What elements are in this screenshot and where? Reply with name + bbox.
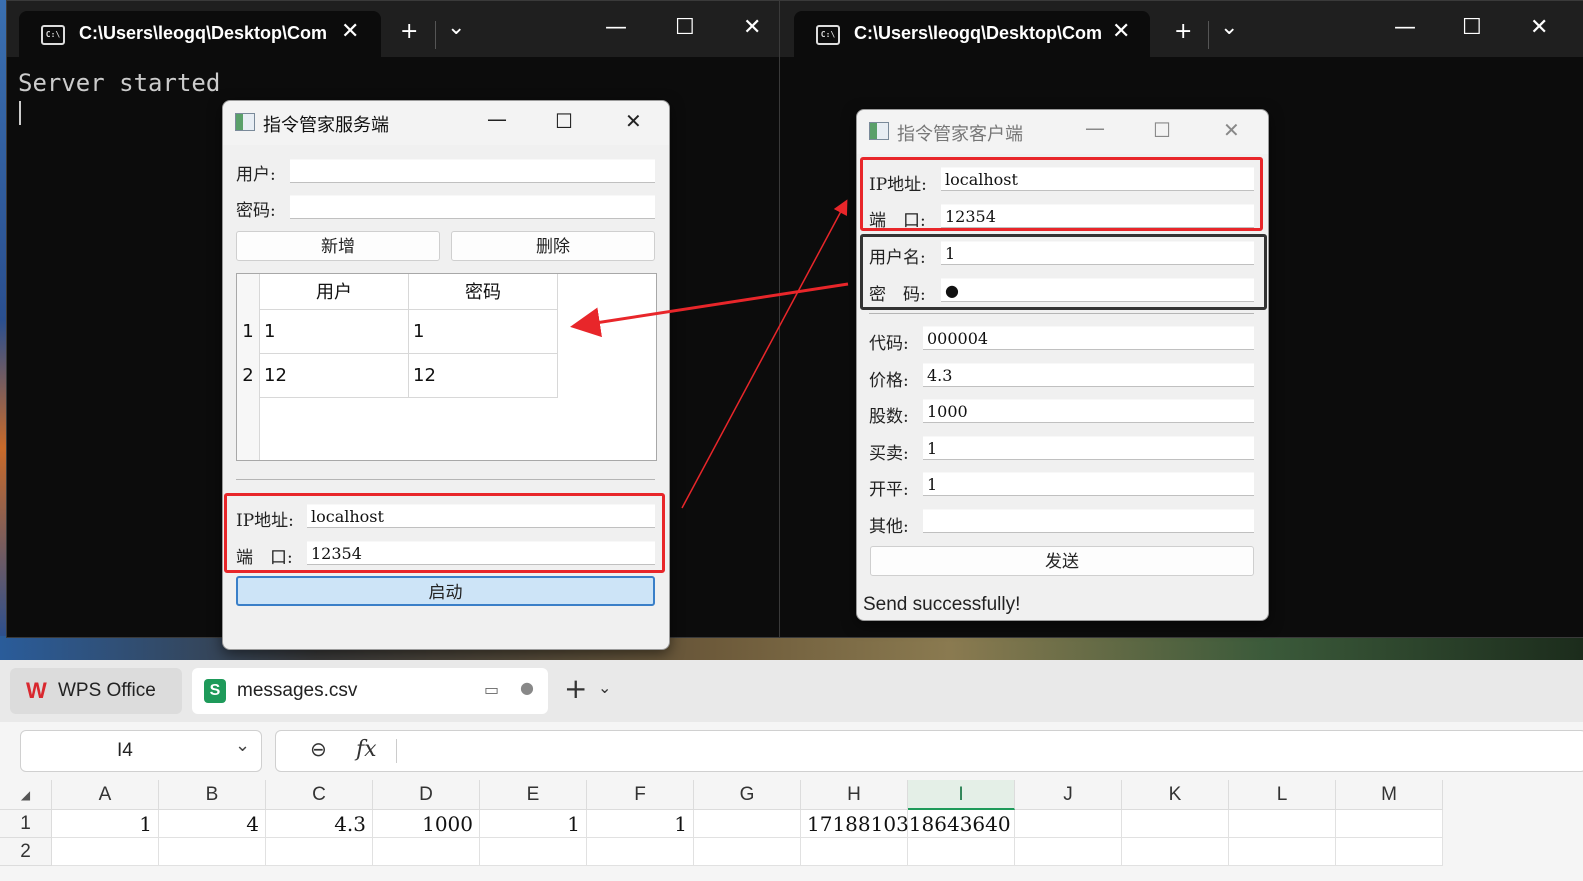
sheet-cell[interactable] [1336, 838, 1443, 866]
column-header[interactable]: J [1015, 780, 1122, 810]
sheet-cell[interactable] [1336, 810, 1443, 838]
sheet-cell[interactable] [1015, 810, 1122, 838]
arrow-connection [681, 199, 848, 509]
sheet-cell[interactable] [587, 838, 694, 866]
tab-label: WPS Office [58, 680, 156, 701]
column-header[interactable]: K [1122, 780, 1229, 810]
sheet-icon: S [204, 679, 226, 703]
monitor-icon[interactable]: ▭ [484, 680, 499, 699]
sheet-cell[interactable]: 1 [52, 810, 159, 838]
column-header[interactable]: E [480, 780, 587, 810]
wps-logo-icon: W [26, 678, 47, 703]
unsaved-dot-icon: ● [520, 678, 534, 697]
wps-window: W WPS Office S messages.csv ▭ ● + ⌄ I4 ⌄… [0, 660, 1583, 881]
cell-reference: I4 [117, 740, 133, 761]
sheet-cell[interactable]: 4 [159, 810, 266, 838]
sheet-cell[interactable]: 1000 [373, 810, 480, 838]
column-header[interactable]: M [1336, 780, 1443, 810]
sheet-cell[interactable] [1015, 838, 1122, 866]
sheet-cell[interactable]: 1 [480, 810, 587, 838]
column-header[interactable]: A [52, 780, 159, 810]
sheet-cell[interactable] [52, 838, 159, 866]
column-header[interactable]: L [1229, 780, 1336, 810]
column-header[interactable]: I [908, 780, 1015, 810]
tab-label: messages.csv [237, 680, 358, 701]
column-header[interactable]: B [159, 780, 266, 810]
sheet-cell[interactable] [801, 838, 908, 866]
arrow-credentials [570, 282, 849, 338]
tab-wps-office[interactable]: W WPS Office [10, 668, 182, 714]
chevron-down-icon[interactable]: ⌄ [235, 735, 250, 756]
sheet-cell[interactable]: 4.3 [266, 810, 373, 838]
formula-bar[interactable]: ⊖ fx [275, 730, 1583, 772]
sheet-cell[interactable] [1229, 838, 1336, 866]
new-tab-icon[interactable]: + [564, 672, 587, 705]
sheet-cell[interactable] [694, 810, 801, 838]
row-header[interactable]: 1 [0, 810, 52, 838]
column-header[interactable]: F [587, 780, 694, 810]
select-all-corner[interactable]: ◢ [0, 780, 52, 810]
fx-icon[interactable]: fx [356, 737, 377, 762]
tab-messages-csv[interactable]: S messages.csv ▭ ● [192, 668, 548, 714]
sheet-cell[interactable] [373, 838, 480, 866]
sheet-cell[interactable]: 1 [587, 810, 694, 838]
row-header[interactable]: 2 [0, 838, 52, 866]
sheet-cell[interactable]: 1718810318643640 [801, 810, 1011, 838]
sheet-cell[interactable] [1229, 810, 1336, 838]
sheet-cell[interactable] [480, 838, 587, 866]
divider [396, 739, 397, 763]
chevron-down-icon[interactable]: ⌄ [598, 678, 611, 697]
sheet-cell[interactable] [694, 838, 801, 866]
sheet-cell[interactable] [266, 838, 373, 866]
sheet-cell[interactable] [908, 838, 1015, 866]
sheet-cell[interactable] [159, 838, 266, 866]
column-header[interactable]: H [801, 780, 908, 810]
sheet-cell[interactable] [1122, 838, 1229, 866]
column-header[interactable]: D [373, 780, 480, 810]
column-header[interactable]: G [694, 780, 801, 810]
zoom-icon[interactable]: ⊖ [310, 737, 327, 761]
name-box[interactable]: I4 ⌄ [20, 730, 262, 772]
column-header[interactable]: C [266, 780, 373, 810]
sheet-cell[interactable] [1122, 810, 1229, 838]
